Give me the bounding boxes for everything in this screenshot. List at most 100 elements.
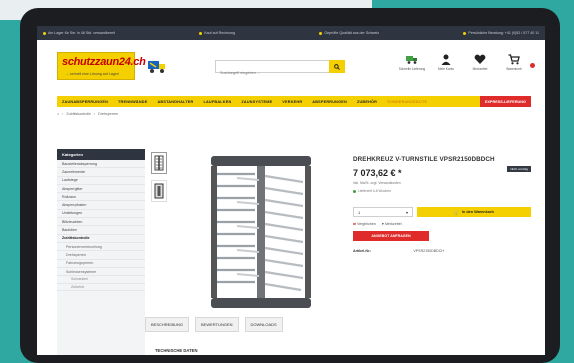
- wishlist-link[interactable]: ♥ Merkzettel: [382, 222, 402, 226]
- sidebar-subitem[interactable]: Schleusensysteme: [57, 268, 145, 277]
- sidebar-item[interactable]: Baustellenabsperrung: [57, 160, 145, 169]
- nav-item-sale[interactable]: SONDERANGEBOTE: [382, 100, 432, 104]
- add-to-cart-button[interactable]: 🛒 In den Warenkorb: [417, 207, 531, 217]
- compare-link[interactable]: ⇄ Vergleichen: [353, 222, 376, 226]
- nav-item[interactable]: VERKEHR: [277, 100, 307, 104]
- delivery-info: Lieferzeit 4-6 Wochen: [353, 189, 531, 193]
- sidebar-item[interactable]: Baufolien: [57, 226, 145, 235]
- tab-reviews[interactable]: BEWERTUNGEN: [195, 317, 239, 332]
- category-sidebar: Kategorien Baustellenabsperrung Zaunelem…: [57, 149, 145, 355]
- logo-tagline: ... schnell eine Lösung auf Lager!: [66, 72, 119, 76]
- product-tabs: BESCHREIBUNG BEWERTUNGEN DOWNLOADS: [145, 317, 283, 332]
- top-info-item: Geprüfte Qualität aus der Schweiz: [319, 31, 379, 35]
- product-meta: Artikel-Nr.: VPSR2150DBDCH: [353, 249, 531, 253]
- search-input[interactable]: [216, 67, 332, 79]
- delivery-truck-icon: [148, 61, 165, 73]
- sidebar-subitem[interactable]: Fahrzeugsperren: [57, 260, 145, 268]
- sidebar-item[interactable]: Absperrpfosten: [57, 201, 145, 210]
- chevron-down-icon: ▾: [405, 209, 408, 215]
- browser-screen: Am Lager für Sie: in 48 Std. versandbere…: [37, 26, 545, 355]
- breadcrumb: ⌂ › Zutrittskontrolle › Drehsperren: [57, 112, 118, 116]
- sidebar-subitem[interactable]: Drehsperren: [57, 251, 145, 260]
- nav-item[interactable]: ZAUNABSPERRUNGEN: [57, 100, 113, 104]
- header-actions: Schnelle Lieferung Mein Konto Merkzettel…: [399, 54, 527, 71]
- request-offer-button[interactable]: ANGEBOT ANFRAGEN: [353, 231, 429, 241]
- heart-icon: ♥: [381, 222, 384, 226]
- top-info-item[interactable]: Persönliche Beratung: +41 (0)52 / 577 40…: [463, 31, 539, 35]
- nav-item[interactable]: TRENNWÄNDE: [113, 100, 152, 104]
- truck-icon: [406, 56, 417, 64]
- nav-item[interactable]: ABSPERRUNGEN: [307, 100, 352, 104]
- quantity-value: 1: [358, 209, 361, 215]
- header-icon-label: Warenkorb: [506, 67, 522, 71]
- header-icon-label: Merkzettel: [472, 67, 488, 71]
- tab-description[interactable]: BESCHREIBUNG: [145, 317, 190, 332]
- top-info-item: Am Lager für Sie: in 48 Std. versandbere…: [43, 31, 115, 35]
- sidebar-item[interactable]: Zaunelemente: [57, 168, 145, 177]
- cart-icon: 🛒: [454, 210, 459, 215]
- nav-express-button[interactable]: EXPRESS-LIEFERUNG: [479, 96, 531, 107]
- home-icon[interactable]: ⌂: [57, 112, 59, 116]
- buy-row: 1 ▾ 🛒 In den Warenkorb: [353, 207, 531, 217]
- compare-label: Vergleichen: [357, 222, 376, 226]
- sidebar-item[interactable]: Blitzleuchten: [57, 218, 145, 227]
- sidebar-item[interactable]: Umleitungen: [57, 210, 145, 219]
- product-thumbnail[interactable]: [151, 180, 167, 202]
- delivery-text: Lieferzeit 4-6 Wochen: [358, 189, 391, 193]
- search-button[interactable]: [329, 60, 345, 73]
- main-navigation: ZAUNABSPERRUNGEN TRENNWÄNDE ABSTANDHALTE…: [57, 96, 531, 107]
- sidebar-item-active[interactable]: Zutrittskontrolle: [57, 235, 145, 243]
- site-logo[interactable]: schutzzaun24.ch ... schnell eine Lösung …: [57, 52, 146, 80]
- sidebar-subsubitem[interactable]: Zubehör: [57, 284, 145, 292]
- sidebar-subsubitem[interactable]: Schranken: [57, 276, 145, 284]
- sidebar-title: Kategorien: [57, 149, 145, 160]
- top-info-text: Geprüfte Qualität aus der Schweiz: [324, 31, 380, 35]
- tax-note: inkl. MwSt. zzgl. Versandkosten: [353, 181, 401, 185]
- header-delivery[interactable]: Schnelle Lieferung: [399, 54, 425, 71]
- breadcrumb-item[interactable]: Drehsperren: [98, 112, 118, 116]
- article-number-value: VPSR2150DBDCH: [413, 249, 444, 253]
- section-title: TECHNISCHE DATEN: [155, 348, 198, 353]
- site-header: schutzzaun24.ch ... schnell eine Lösung …: [37, 40, 545, 96]
- check-icon: [319, 31, 323, 35]
- top-info-bar: Am Lager für Sie: in 48 Std. versandbere…: [37, 26, 545, 40]
- sidebar-item[interactable]: Rollzaun: [57, 193, 145, 202]
- tab-downloads[interactable]: DOWNLOADS: [244, 317, 283, 332]
- cart-icon: [508, 54, 520, 65]
- header-wishlist[interactable]: Merkzettel: [467, 54, 493, 71]
- product-thumbnail[interactable]: [151, 152, 167, 174]
- wishlist-label: Merkzettel: [384, 222, 402, 226]
- product-main-image[interactable]: [197, 152, 325, 312]
- article-number-label: Artikel-Nr.:: [353, 249, 372, 253]
- search-icon: [334, 63, 340, 70]
- nav-item[interactable]: ABSTANDHALTER: [152, 100, 198, 104]
- breadcrumb-separator: ›: [93, 112, 96, 116]
- sidebar-item[interactable]: Absperrgitter: [57, 185, 145, 194]
- breadcrumb-separator: ›: [62, 112, 64, 116]
- search-field[interactable]: [215, 60, 345, 79]
- top-info-item: Kauf auf Rechnung: [199, 31, 235, 35]
- header-account[interactable]: Mein Konto: [433, 54, 459, 71]
- header-icon-label: Schnelle Lieferung: [398, 67, 426, 71]
- quantity-select[interactable]: 1 ▾: [353, 207, 413, 217]
- phone-icon: [463, 31, 467, 35]
- nav-item[interactable]: ZUBEHÖR: [352, 100, 382, 104]
- heart-icon: [474, 54, 486, 64]
- top-info-text: Kauf auf Rechnung: [204, 31, 236, 35]
- top-info-text: Persönliche Beratung: +41 (0)52 / 577 40…: [468, 31, 539, 35]
- nav-item[interactable]: LAUFBALKEN: [198, 100, 236, 104]
- header-cart[interactable]: Warenkorb: [501, 54, 527, 71]
- sidebar-item[interactable]: Laufstege: [57, 177, 145, 185]
- product-thumbnails: [151, 152, 167, 208]
- add-to-cart-label: In den Warenkorb: [461, 210, 494, 214]
- sidebar-subitem[interactable]: Personenvereinzelung: [57, 243, 145, 252]
- nav-item[interactable]: ZAUNSYSTEME: [236, 100, 277, 104]
- product-title: DREHKREUZ V-TURNSTILE VPSR2150DBDCH: [353, 156, 495, 163]
- turnstile-thumbnail-image: [154, 183, 164, 199]
- breadcrumb-item[interactable]: Zutrittskontrolle: [66, 112, 91, 116]
- user-icon: [441, 54, 451, 65]
- product-links: ⇄ Vergleichen ♥ Merkzettel: [353, 222, 531, 226]
- header-icon-label: Mein Konto: [437, 67, 455, 71]
- notification-dot-icon: [530, 63, 535, 68]
- compare-icon: ⇄: [353, 222, 357, 226]
